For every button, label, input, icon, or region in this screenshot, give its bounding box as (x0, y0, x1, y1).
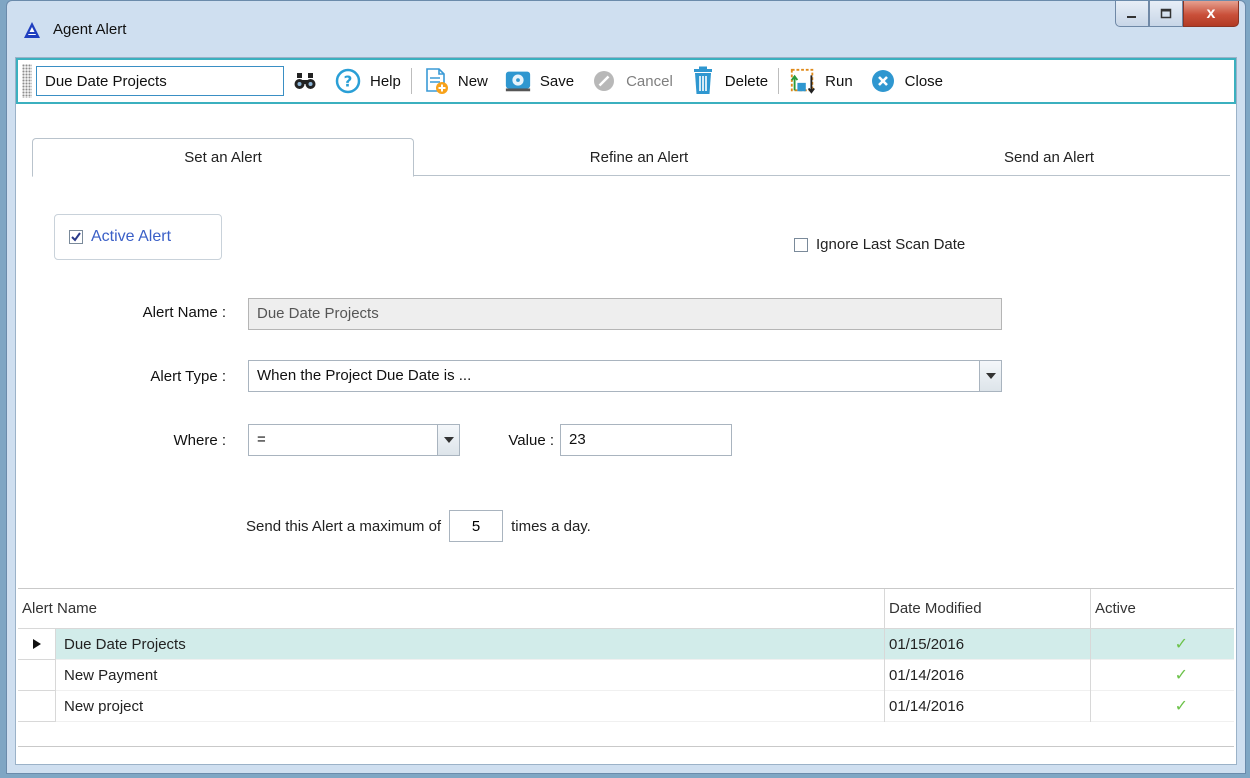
title-bar[interactable]: Agent Alert x (7, 1, 1245, 57)
cell-alert-name: New project (64, 697, 144, 715)
svg-text:?: ? (344, 73, 353, 91)
tab-label: Send an Alert (1003, 148, 1095, 166)
window-close-button[interactable]: x (1183, 1, 1239, 27)
max-times-input[interactable] (449, 510, 504, 542)
trash-icon (693, 66, 712, 94)
table-row[interactable]: New Payment 01/14/2016 ✓ (18, 659, 1234, 691)
checkmark-icon (71, 232, 81, 242)
run-label: Run (825, 72, 853, 90)
cell-alert-name: Due Date Projects (64, 635, 186, 653)
maximize-button[interactable] (1149, 1, 1183, 27)
new-button[interactable]: New (414, 63, 496, 99)
close-circle-icon (871, 70, 894, 92)
delete-button[interactable]: Delete (681, 63, 776, 99)
table-header: Alert Name Date Modified Active (18, 588, 1234, 629)
table-row[interactable]: New project 01/14/2016 ✓ (18, 690, 1234, 722)
close-button[interactable]: Close (861, 63, 951, 99)
alert-name-value: Due Date Projects (257, 305, 379, 322)
help-icon: ? (335, 68, 361, 94)
alerts-table: Alert Name Date Modified Active Due Date… (18, 588, 1234, 746)
alert-name-label: Alert Name : (142, 304, 226, 321)
save-label: Save (539, 72, 575, 90)
chevron-down-icon (443, 437, 454, 443)
delete-label: Delete (724, 72, 769, 90)
alert-tabs: Set an Alert Refine an Alert Send an Ale… (32, 138, 1230, 177)
app-logo-icon (24, 22, 40, 38)
toolbar-separator (778, 68, 780, 94)
tab-label: Refine an Alert (589, 148, 689, 166)
active-alert-label: Active Alert (91, 228, 172, 245)
cell-date-modified: 01/14/2016 (884, 659, 1090, 691)
maximize-icon (1160, 8, 1172, 19)
toolbar: ? Help New (16, 58, 1236, 104)
column-header-date-modified[interactable]: Date Modified (884, 588, 1090, 629)
row-header[interactable] (18, 690, 56, 722)
save-button[interactable]: Save (496, 63, 582, 99)
minimize-button[interactable] (1115, 1, 1149, 27)
alert-type-value: When the Project Due Date is ... (257, 367, 472, 384)
checkbox[interactable] (794, 237, 808, 252)
cell-date-modified: 01/15/2016 (884, 628, 1090, 660)
run-icon (791, 68, 816, 94)
tab-set-alert[interactable]: Set an Alert (32, 138, 414, 177)
active-check-icon: ✓ (1090, 628, 1234, 660)
max-prefix-text: Send this Alert a maximum of (246, 517, 442, 535)
table-footer-line (18, 746, 1234, 747)
row-pointer-icon (32, 638, 41, 649)
where-label: Where : (173, 432, 226, 449)
set-alert-panel: Active Alert Ignore Last Scan Date Alert… (16, 176, 1236, 588)
help-label: Help (370, 72, 401, 90)
cancel-icon (594, 71, 615, 91)
window-title: Agent Alert (53, 21, 127, 38)
toolbar-separator (410, 68, 412, 94)
value-label: Value : (508, 432, 554, 449)
tab-label: Set an Alert (184, 149, 262, 166)
client-area: ? Help New (15, 57, 1237, 765)
chevron-down-icon (985, 373, 996, 379)
dropdown-button[interactable] (437, 425, 459, 455)
checkbox[interactable] (69, 230, 83, 244)
caption-buttons: x (1115, 1, 1239, 29)
cancel-label: Cancel (626, 72, 673, 90)
active-alert-checkbox[interactable]: Active Alert (54, 214, 222, 260)
value-input[interactable]: 23 (560, 424, 732, 456)
help-button[interactable]: ? Help (326, 63, 409, 99)
alert-type-select[interactable]: When the Project Due Date is ... (248, 360, 1002, 392)
close-icon: x (1206, 4, 1216, 22)
max-times-row: Send this Alert a maximum of times a day… (246, 510, 591, 542)
cell-date-modified: 01/14/2016 (884, 690, 1090, 722)
value-text: 23 (569, 431, 586, 448)
ignore-last-scan-label: Ignore Last Scan Date (816, 236, 966, 253)
active-check-icon: ✓ (1090, 659, 1234, 691)
alert-name-field[interactable]: Due Date Projects (248, 298, 1002, 330)
table-row[interactable]: Due Date Projects 01/15/2016 ✓ (18, 628, 1234, 660)
where-select[interactable]: = (248, 424, 460, 456)
max-suffix-text: times a day. (511, 517, 591, 535)
save-disk-icon (505, 71, 531, 92)
column-header-active[interactable]: Active (1090, 588, 1234, 629)
toolbar-grip[interactable] (22, 64, 32, 98)
find-button[interactable] (284, 63, 326, 99)
new-document-icon (426, 68, 448, 94)
tab-refine-alert[interactable]: Refine an Alert (414, 138, 864, 176)
tab-send-alert[interactable]: Send an Alert (864, 138, 1234, 176)
alert-search-input[interactable] (36, 66, 284, 96)
dropdown-button[interactable] (979, 361, 1001, 391)
run-button[interactable]: Run (781, 63, 861, 99)
alert-type-label: Alert Type : (150, 368, 226, 385)
binoculars-icon (294, 73, 316, 89)
ignore-last-scan-checkbox[interactable]: Ignore Last Scan Date (794, 236, 965, 253)
cell-alert-name: New Payment (64, 666, 158, 684)
active-check-icon: ✓ (1090, 690, 1234, 722)
new-label: New (457, 72, 488, 90)
where-value: = (257, 431, 266, 448)
minimize-icon (1127, 15, 1136, 18)
agent-alert-window: Agent Alert x Due Date Projects ? Help N… (6, 0, 1246, 774)
column-header-alert-name[interactable]: Alert Name (18, 589, 884, 629)
row-header[interactable] (18, 628, 56, 660)
close-label: Close (904, 72, 944, 90)
row-header[interactable] (18, 659, 56, 691)
cancel-button[interactable]: Cancel (582, 63, 681, 99)
